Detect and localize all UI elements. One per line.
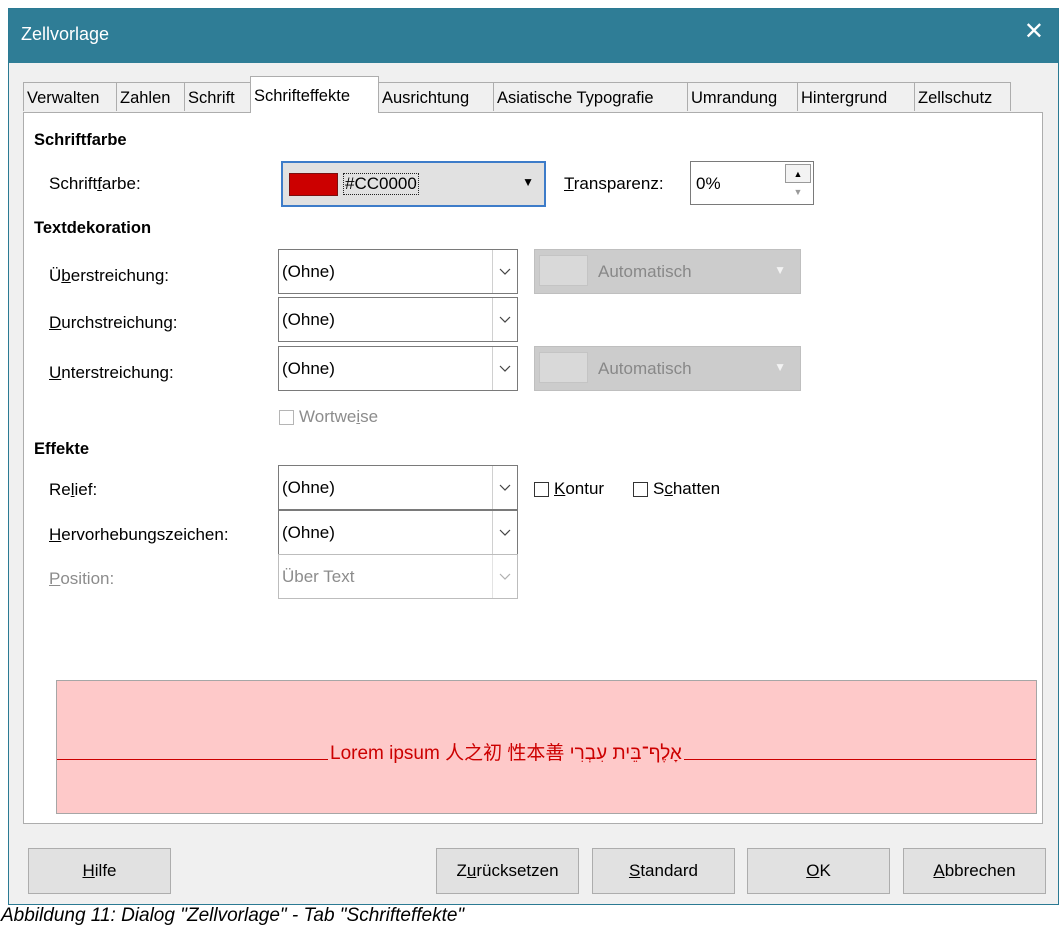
underline-select[interactable]: (Ohne) xyxy=(278,346,518,391)
chevron-down-icon xyxy=(492,511,517,554)
chevron-down-icon xyxy=(492,466,517,509)
cancel-button[interactable]: Abbrechen xyxy=(903,848,1046,894)
tab-zahlen[interactable]: Zahlen xyxy=(116,82,185,111)
chevron-down-icon xyxy=(492,250,517,293)
position-value: Über Text xyxy=(282,567,355,586)
chevron-down-icon xyxy=(492,555,517,598)
overline-select[interactable]: (Ohne) xyxy=(278,249,518,294)
shadow-label: Schatten xyxy=(653,479,721,498)
strikethrough-value: (Ohne) xyxy=(282,310,335,329)
figure-caption: Abbildung 11: Dialog "Zellvorlage" - Tab… xyxy=(1,905,465,926)
font-preview: Lorem ipsum 人之初 性本善 אָלֶף־בֵּית עִבְרִי xyxy=(56,680,1037,814)
relief-value: (Ohne) xyxy=(282,478,335,497)
dropdown-arrow-icon: ▼ xyxy=(522,175,534,189)
checkbox-box xyxy=(534,481,549,497)
section-heading-text-decoration: Textdekoration xyxy=(34,219,152,237)
dialog-title: Zellvorlage xyxy=(21,24,110,44)
tab-umrandung[interactable]: Umrandung xyxy=(687,82,798,111)
underline-color-select[interactable]: Automatisch ▼ xyxy=(534,346,801,391)
shadow-checkbox[interactable]: Schatten xyxy=(633,479,720,499)
tab-panel: Schriftfarbe Schriftfarbe: #CC0000 ▼ Tra… xyxy=(23,112,1043,824)
tab-asiatische-typografie[interactable]: Asiatische Typografie xyxy=(493,82,688,111)
standard-button[interactable]: Standard xyxy=(592,848,735,894)
underline-color-swatch xyxy=(539,352,588,383)
outline-label: Kontur xyxy=(554,479,605,498)
checkbox-box xyxy=(633,481,648,497)
underline-label: Unterstreichung: xyxy=(49,363,174,382)
wordwise-checkbox[interactable]: Wortweise xyxy=(279,407,378,427)
font-color-label: Schriftfarbe: xyxy=(49,174,141,193)
emphasis-select[interactable]: (Ohne) xyxy=(278,510,518,555)
reset-button[interactable]: Zu rücksetzen xyxy=(436,848,579,894)
emphasis-value: (Ohne) xyxy=(282,523,335,542)
overline-color-swatch xyxy=(539,255,588,286)
dialog-window: Zellvorlage ✕ Verwalten Zahlen Schrift S… xyxy=(8,8,1059,905)
tab-ausrichtung[interactable]: Ausrichtung xyxy=(378,82,494,111)
chevron-down-icon xyxy=(492,347,517,390)
tab-verwalten[interactable]: Verwalten xyxy=(23,82,117,111)
strikethrough-label: Durchstreichung: xyxy=(49,313,178,332)
overline-value: (Ohne) xyxy=(282,262,335,281)
tab-schrifteffekte[interactable]: Schrifteffekte xyxy=(250,76,379,113)
ok-button[interactable]: OK xyxy=(747,848,890,894)
overline-color-value: Automatisch xyxy=(598,262,692,281)
spin-down-icon[interactable]: ▼ xyxy=(785,183,811,202)
underline-color-value: Automatisch xyxy=(598,359,692,378)
section-heading-font-color: Schriftfarbe xyxy=(34,131,127,149)
relief-select[interactable]: (Ohne) xyxy=(278,465,518,510)
transparency-spinbox[interactable]: 0% ▲ ▼ xyxy=(690,161,814,205)
title-bar: Zellvorlage ✕ xyxy=(9,9,1058,63)
position-select[interactable]: Über Text xyxy=(278,554,518,599)
position-label: Position: xyxy=(49,569,115,588)
transparency-label: Transparenz: xyxy=(564,174,664,193)
spin-up-icon[interactable]: ▲ xyxy=(785,164,811,183)
font-color-value: #CC0000 xyxy=(343,173,419,195)
close-icon[interactable]: ✕ xyxy=(1024,20,1044,44)
tab-zellschutz[interactable]: Zellschutz xyxy=(914,82,1011,111)
tab-schrift[interactable]: Schrift xyxy=(184,82,251,111)
help-button[interactable]: Hilfe xyxy=(28,848,171,894)
wordwise-label: Wortweise xyxy=(299,407,379,426)
emphasis-label: Hervorhebungszeichen: xyxy=(49,525,229,544)
dropdown-arrow-icon: ▼ xyxy=(774,263,786,277)
overline-label: Überstreichung: xyxy=(49,266,170,285)
preview-text: Lorem ipsum 人之初 性本善 אָלֶף־בֵּית עִבְרִי xyxy=(328,738,684,765)
section-heading-effects: Effekte xyxy=(34,440,90,458)
underline-value: (Ohne) xyxy=(282,359,335,378)
checkbox-box xyxy=(279,409,294,425)
dropdown-arrow-icon: ▼ xyxy=(774,360,786,374)
tab-hintergrund[interactable]: Hintergrund xyxy=(797,82,915,111)
outline-checkbox[interactable]: Kontur xyxy=(534,479,604,499)
color-swatch xyxy=(289,173,338,196)
transparency-value: 0% xyxy=(696,174,721,193)
strikethrough-select[interactable]: (Ohne) xyxy=(278,297,518,342)
chevron-down-icon xyxy=(492,298,517,341)
font-color-dropdown[interactable]: #CC0000 ▼ xyxy=(281,161,546,207)
overline-color-select[interactable]: Automatisch ▼ xyxy=(534,249,801,294)
relief-label: Relief: xyxy=(49,480,98,499)
